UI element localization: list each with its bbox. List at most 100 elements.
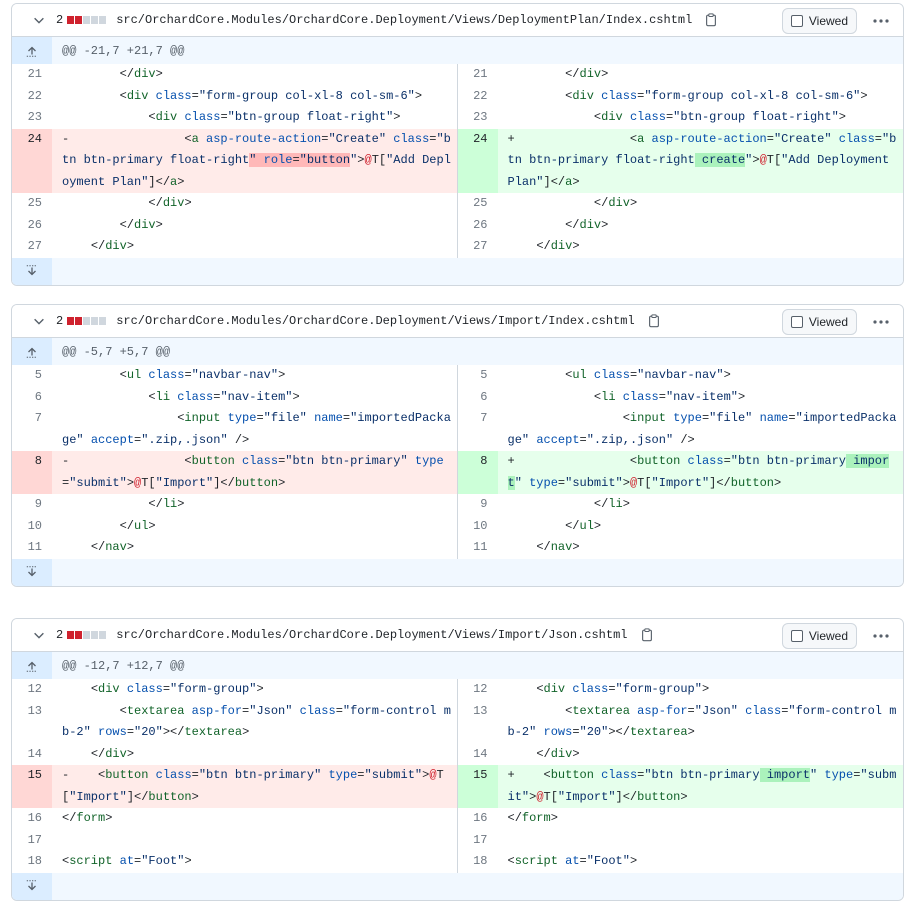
line-number[interactable]: 21: [458, 64, 498, 86]
line-number[interactable]: 13: [12, 701, 52, 744]
line-number[interactable]: 6: [458, 387, 498, 409]
line-number[interactable]: 13: [458, 701, 498, 744]
code-text: <ul class="navbar-nav">: [62, 368, 286, 382]
line-number[interactable]: 24: [457, 128, 498, 193]
code-text: <textarea asp-for="Json" class="form-con…: [62, 703, 451, 740]
code-text: <div class="form-group">: [62, 682, 264, 696]
kebab-menu-icon[interactable]: [871, 14, 891, 28]
line-number[interactable]: 27: [458, 236, 498, 258]
code-text: </div>: [507, 67, 609, 81]
line-number[interactable]: 11: [458, 537, 498, 559]
copy-icon[interactable]: [647, 314, 661, 328]
line-number[interactable]: 21: [12, 64, 52, 86]
line-number[interactable]: 5: [12, 365, 52, 387]
context-line: 12 <div class="form-group">: [12, 679, 457, 701]
kebab-menu-icon[interactable]: [871, 629, 891, 643]
context-line: 14 </div>: [12, 744, 457, 766]
checkbox-icon: [790, 15, 803, 27]
file-path[interactable]: src/OrchardCore.Modules/OrchardCore.Depl…: [116, 628, 627, 642]
line-number[interactable]: 16: [458, 808, 498, 830]
line-number[interactable]: 16: [12, 808, 52, 830]
copy-icon[interactable]: [704, 13, 718, 27]
context-line: 7 <input type="file" name="importedPacka…: [458, 408, 904, 451]
line-number[interactable]: 7: [458, 408, 498, 451]
line-number[interactable]: 23: [458, 107, 498, 129]
chevron-down-icon[interactable]: [32, 314, 46, 328]
hunk-header: @@ -21,7 +21,7 @@: [12, 37, 903, 64]
expand-down-button[interactable]: [12, 257, 52, 285]
code-text: <div class="form-group col-xl-8 col-sm-6…: [507, 88, 868, 103]
line-number[interactable]: 7: [12, 408, 52, 451]
line-number[interactable]: 24: [12, 128, 52, 193]
context-line: 21 </div>: [12, 64, 457, 86]
line-number[interactable]: 25: [12, 193, 52, 215]
viewed-checkbox[interactable]: Viewed: [781, 309, 857, 335]
code-text: <div class="btn-group float-right">: [507, 110, 846, 124]
line-number[interactable]: 27: [12, 236, 52, 258]
line-number[interactable]: 6: [12, 387, 52, 409]
expand-down-row: [12, 558, 903, 586]
expand-up-button[interactable]: [12, 338, 52, 365]
kebab-menu-icon[interactable]: [871, 315, 891, 329]
diffstat-bars: [67, 16, 107, 24]
line-number[interactable]: 11: [12, 537, 52, 559]
file-diff: 2 src/OrchardCore.Modules/OrchardCore.De…: [11, 3, 904, 286]
viewed-checkbox[interactable]: Viewed: [781, 623, 857, 649]
copy-icon[interactable]: [640, 628, 654, 642]
line-number[interactable]: 22: [458, 86, 498, 108]
line-number[interactable]: 18: [12, 851, 52, 873]
line-number[interactable]: 14: [458, 744, 498, 766]
line-number[interactable]: 9: [12, 494, 52, 516]
line-number[interactable]: 12: [458, 679, 498, 701]
deleted-line: 8- <button class="btn btn-primary" type=…: [12, 451, 457, 494]
line-number[interactable]: 5: [458, 365, 498, 387]
diffstat-neutral-block: [91, 631, 99, 639]
line-number[interactable]: 18: [458, 851, 498, 873]
line-number[interactable]: 26: [12, 215, 52, 237]
viewed-checkbox[interactable]: Viewed: [781, 8, 857, 34]
line-number[interactable]: 8: [12, 451, 52, 494]
added-line: 8 + <button class="btn btn-primary import…: [457, 451, 903, 494]
code-text: <li class="nav-item">: [507, 389, 746, 404]
hunk-header: @@ -5,7 +5,7 @@: [12, 338, 903, 365]
line-number[interactable]: 25: [458, 193, 498, 215]
chevron-down-icon[interactable]: [32, 628, 46, 642]
chevron-down-icon[interactable]: [32, 13, 46, 27]
context-line: 7 <input type="file" name="importedPacka…: [12, 408, 457, 451]
expand-down-row: [12, 257, 903, 285]
line-number[interactable]: 17: [12, 830, 52, 852]
line-number[interactable]: 26: [458, 215, 498, 237]
diffstat-neutral-block: [91, 317, 99, 325]
changes-count: 2: [56, 314, 64, 328]
file-path[interactable]: src/OrchardCore.Modules/OrchardCore.Depl…: [116, 314, 634, 328]
line-number[interactable]: 8: [457, 451, 498, 494]
expand-up-button[interactable]: [12, 37, 52, 64]
diffstat-deleted-block: [75, 317, 83, 325]
checkbox-icon: [790, 316, 803, 328]
context-line: 23 <div class="btn-group float-right">: [458, 107, 904, 129]
line-number[interactable]: 10: [458, 516, 498, 538]
line-number[interactable]: 15: [12, 765, 52, 808]
expand-down-button[interactable]: [12, 872, 52, 900]
code-text: </li>: [62, 497, 185, 511]
line-number[interactable]: 14: [12, 744, 52, 766]
context-line: 18 <script at="Foot">: [458, 851, 904, 873]
code-text: <ul class="navbar-nav">: [507, 368, 731, 382]
line-number[interactable]: 17: [458, 830, 498, 852]
line-number[interactable]: 9: [458, 494, 498, 516]
line-number[interactable]: 15: [457, 765, 498, 808]
file-path[interactable]: src/OrchardCore.Modules/OrchardCore.Depl…: [116, 13, 692, 27]
changes-count: 2: [56, 13, 64, 27]
line-number[interactable]: 23: [12, 107, 52, 129]
expand-down-button[interactable]: [12, 558, 52, 586]
code-text: <div class="form-group">: [507, 682, 710, 696]
context-line: 13 <textarea asp-for="Json" class="form-…: [458, 701, 904, 744]
line-number[interactable]: 12: [12, 679, 52, 701]
expand-up-button[interactable]: [12, 652, 52, 679]
context-line: 26 </div>: [12, 215, 457, 237]
context-line: 27 </div>: [12, 236, 457, 258]
line-number[interactable]: 22: [12, 86, 52, 108]
code-text: <li class="nav-item">: [62, 389, 300, 404]
line-number[interactable]: 10: [12, 516, 52, 538]
checkbox-icon: [790, 630, 803, 642]
